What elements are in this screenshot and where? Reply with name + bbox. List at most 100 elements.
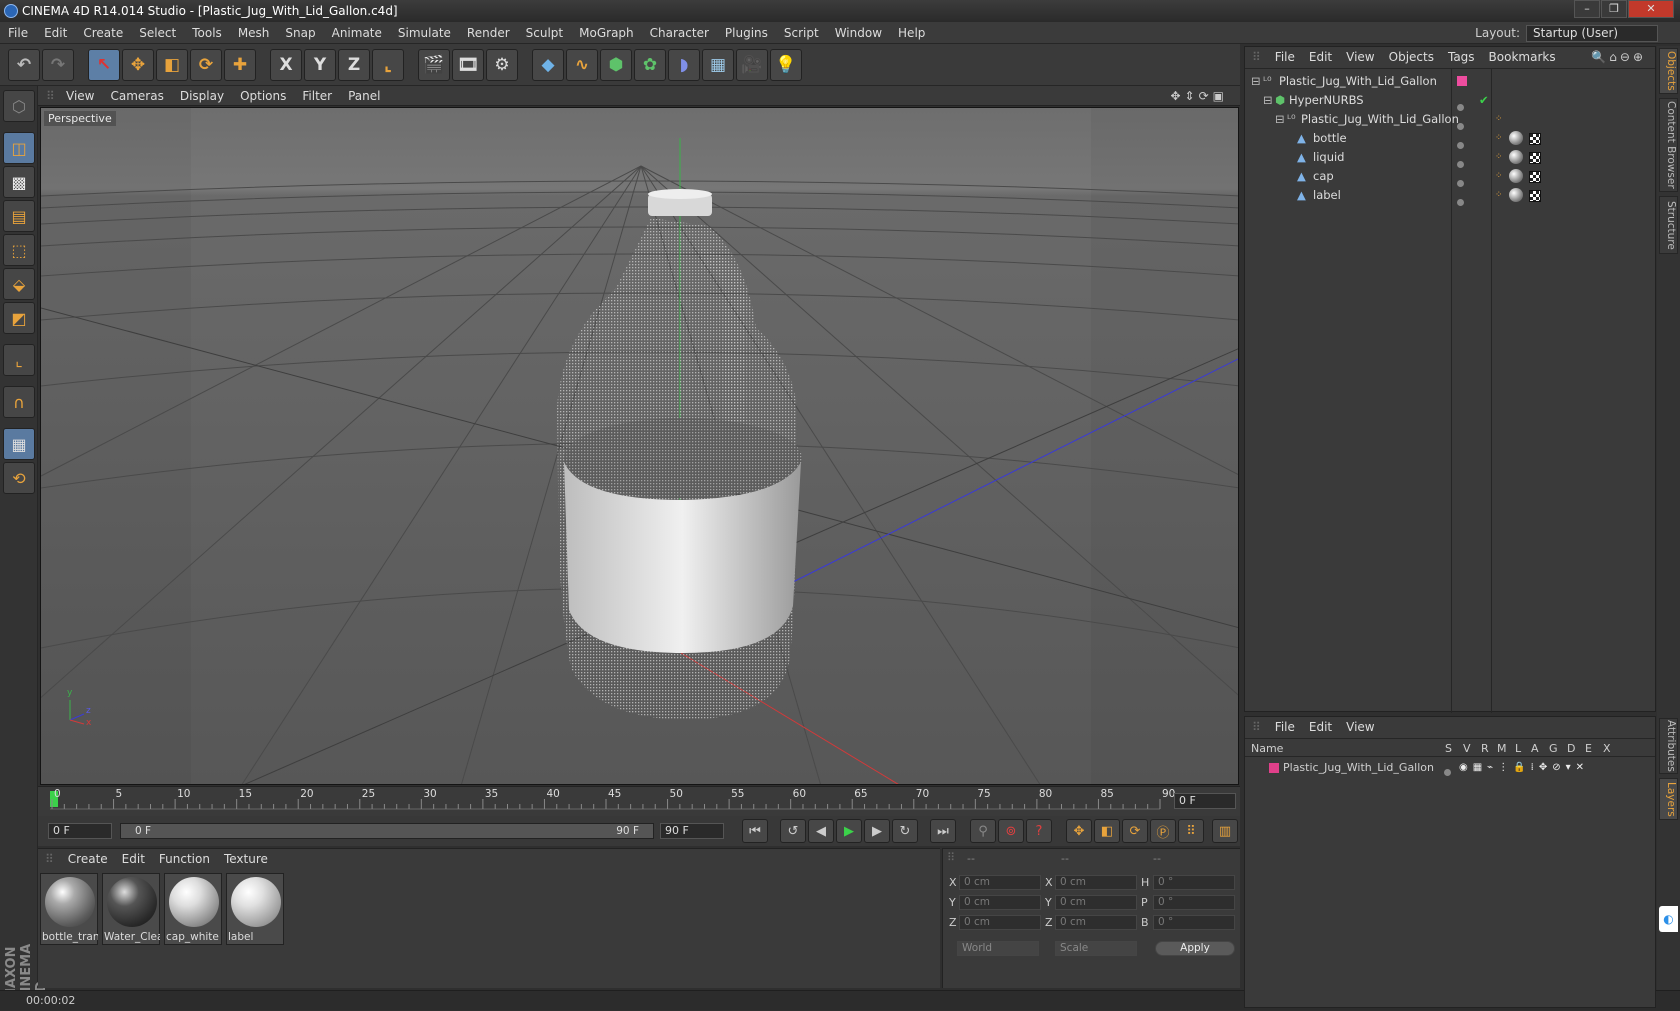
light-icon[interactable]: 💡 xyxy=(770,49,802,81)
menu-edit[interactable]: Edit xyxy=(36,22,75,44)
key-scale-icon[interactable]: ◧ xyxy=(1094,819,1120,843)
pos-z-field[interactable]: 0 cm xyxy=(959,915,1041,930)
object-row[interactable]: ⊟ ᴸ⁰ Plastic_Jug_With_Lid_Gallon ⁘ xyxy=(1245,109,1655,130)
viewport-menu-view[interactable]: View xyxy=(58,86,102,106)
size-x-field[interactable]: 0 cm xyxy=(1055,875,1137,890)
maximize-button[interactable]: ❐ xyxy=(1601,0,1627,18)
cube-primitive-icon[interactable]: ◆ xyxy=(532,49,564,81)
collapse-icon[interactable]: ⊟ xyxy=(1275,109,1285,129)
object-row[interactable]: ▲ liquid ⁘ xyxy=(1245,147,1655,168)
rotate-icon[interactable]: ⟳ xyxy=(190,49,222,81)
viewport-menu-filter[interactable]: Filter xyxy=(294,86,340,106)
apply-button[interactable]: Apply xyxy=(1155,941,1235,956)
make-editable-icon[interactable]: ⬡ xyxy=(3,90,35,122)
material-menu-create[interactable]: Create xyxy=(61,849,115,869)
key-pla-icon[interactable]: ⠿ xyxy=(1178,819,1204,843)
key-parameter-icon[interactable]: Ⓟ xyxy=(1150,819,1176,843)
current-frame-field[interactable]: 0 F xyxy=(1174,793,1236,809)
viewport-menu-display[interactable]: Display xyxy=(172,86,232,106)
viewport-menu-panel[interactable]: Panel xyxy=(340,86,388,106)
points-mode-icon[interactable]: ⬚ xyxy=(3,234,35,266)
tab-objects[interactable]: Objects xyxy=(1659,48,1678,94)
viewport-nav-icons[interactable]: ✥⇕⟳▣ xyxy=(1162,86,1236,106)
key-rotation-icon[interactable]: ⟳ xyxy=(1122,819,1148,843)
object-row[interactable]: ▲ label ⁘ xyxy=(1245,185,1655,208)
object-row[interactable]: ▲ bottle ⁘ xyxy=(1245,128,1655,149)
col-e[interactable]: E xyxy=(1585,742,1592,755)
spline-pen-icon[interactable]: ∿ xyxy=(566,49,598,81)
coordinate-mode-dropdown[interactable]: World xyxy=(957,941,1039,956)
material-swatch[interactable]: Water_Clea xyxy=(102,873,160,945)
visibility-dot[interactable] xyxy=(1457,192,1464,212)
live-selection-icon[interactable]: ↖ xyxy=(88,49,120,81)
menu-select[interactable]: Select xyxy=(131,22,184,44)
key-position-icon[interactable]: ✥ xyxy=(1066,819,1092,843)
render-view-icon[interactable]: 🎬 xyxy=(418,49,450,81)
phong-tag-icon[interactable]: ⁘ xyxy=(1495,128,1503,148)
tab-layers[interactable]: Layers xyxy=(1659,778,1678,820)
object-menu-objects[interactable]: Objects xyxy=(1382,47,1441,67)
rot-b-field[interactable]: 0 ° xyxy=(1153,915,1235,930)
minimize-button[interactable]: – xyxy=(1574,0,1600,18)
col-m[interactable]: M xyxy=(1497,742,1507,755)
phong-tag-icon[interactable]: ⁘ xyxy=(1495,109,1503,129)
solo-dot[interactable] xyxy=(1444,764,1451,782)
x-axis-lock-button[interactable]: X xyxy=(270,49,302,81)
autokey-icon[interactable]: ⊚ xyxy=(998,819,1024,843)
menu-plugins[interactable]: Plugins xyxy=(717,22,776,44)
layer-menu-file[interactable]: File xyxy=(1268,717,1302,737)
uvw-tag-icon[interactable] xyxy=(1529,188,1541,208)
rot-h-field[interactable]: 0 ° xyxy=(1153,875,1235,890)
menu-character[interactable]: Character xyxy=(642,22,717,44)
col-r[interactable]: R xyxy=(1481,742,1489,755)
object-menu-tags[interactable]: Tags xyxy=(1441,47,1482,67)
enabled-check-icon[interactable]: ✔ xyxy=(1479,90,1489,110)
phong-tag-icon[interactable]: ⁘ xyxy=(1495,166,1503,186)
redo-icon[interactable]: ↷ xyxy=(42,49,74,81)
camera-icon[interactable]: 🎥 xyxy=(736,49,768,81)
keyframe-selection-icon[interactable]: ? xyxy=(1026,819,1052,843)
model-mode-icon[interactable]: ◫ xyxy=(3,132,35,164)
col-v[interactable]: V xyxy=(1463,742,1471,755)
object-row[interactable]: ⊟ ⬢ HyperNURBS ✔ xyxy=(1245,90,1655,111)
y-axis-lock-button[interactable]: Y xyxy=(304,49,336,81)
workplane-lock-icon[interactable]: ▦ xyxy=(3,428,35,460)
object-menu-bookmarks[interactable]: Bookmarks xyxy=(1482,47,1563,67)
next-key-icon[interactable]: ↻ xyxy=(892,819,918,843)
menu-render[interactable]: Render xyxy=(459,22,518,44)
render-to-picture-viewer-icon[interactable]: 🎞 xyxy=(452,49,484,81)
menu-simulate[interactable]: Simulate xyxy=(390,22,459,44)
layout-dropdown[interactable]: Startup (User) xyxy=(1526,24,1658,42)
start-frame-field[interactable]: 0 F xyxy=(48,823,112,839)
collapse-icon[interactable]: ⊟ xyxy=(1251,71,1261,91)
object-menu-file[interactable]: File xyxy=(1268,47,1302,67)
col-g[interactable]: G xyxy=(1549,742,1558,755)
menu-tools[interactable]: Tools xyxy=(184,22,230,44)
phong-tag-icon[interactable]: ⁘ xyxy=(1495,147,1503,167)
undo-icon[interactable]: ↶ xyxy=(8,49,40,81)
end-frame-field[interactable]: 90 F xyxy=(660,823,724,839)
col-d[interactable]: D xyxy=(1567,742,1575,755)
record-keys-icon[interactable]: ⚲ xyxy=(970,819,996,843)
material-swatch[interactable]: label xyxy=(226,873,284,945)
deformer-icon[interactable]: ◗ xyxy=(668,49,700,81)
tab-attributes[interactable]: Attributes xyxy=(1659,718,1678,774)
recent-tool-icon[interactable]: ✚ xyxy=(224,49,256,81)
menu-window[interactable]: Window xyxy=(827,22,890,44)
perspective-viewport[interactable]: Perspective y z x xyxy=(40,107,1239,785)
edges-mode-icon[interactable]: ⬙ xyxy=(3,268,35,300)
material-menu-texture[interactable]: Texture xyxy=(217,849,275,869)
collapse-icon[interactable]: ⊟ xyxy=(1263,90,1273,110)
layer-flag-icons[interactable]: ◉▦⌁⋮🔒⁞✥⊘▾✕ xyxy=(1459,759,1589,777)
material-tag-icon[interactable] xyxy=(1509,188,1523,208)
layer-menu-edit[interactable]: Edit xyxy=(1302,717,1339,737)
menu-script[interactable]: Script xyxy=(776,22,827,44)
menu-sculpt[interactable]: Sculpt xyxy=(518,22,571,44)
col-x[interactable]: X xyxy=(1603,742,1611,755)
layer-row[interactable]: Plastic_Jug_With_Lid_Gallon ◉▦⌁⋮🔒⁞✥⊘▾✕ xyxy=(1245,759,1655,777)
go-to-end-icon[interactable]: ⏭ xyxy=(930,819,956,843)
size-z-field[interactable]: 0 cm xyxy=(1055,915,1137,930)
viewport-menu-options[interactable]: Options xyxy=(232,86,294,106)
object-row[interactable]: ⊟ ᴸ⁰ Plastic_Jug_With_Lid_Gallon xyxy=(1245,71,1655,91)
play-icon[interactable]: ▶ xyxy=(836,819,862,843)
